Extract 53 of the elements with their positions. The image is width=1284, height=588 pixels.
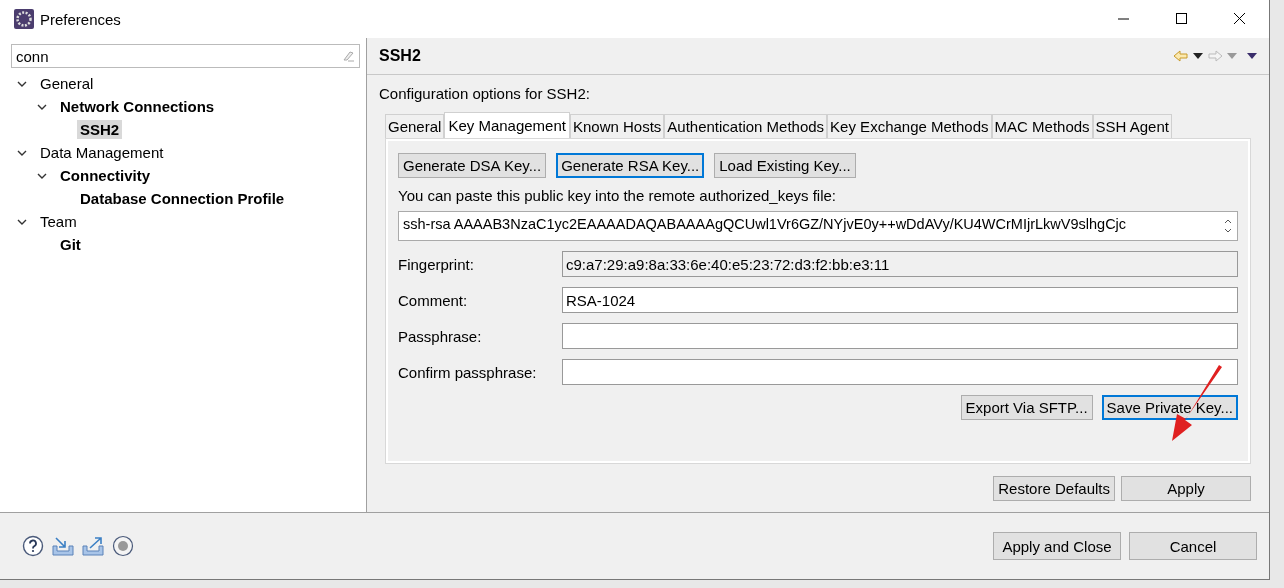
public-key-field[interactable]: ssh-rsa AAAAB3NzaC1yc2EAAAADAQABAAAAgQCUwl1Vr6GZ/NYjvE0y++wDdAVy/KU4WCrMIjrLkwV9slhgCjc	[398, 211, 1238, 241]
public-key-label: You can paste this public key into the remote authorized_keys file:	[398, 187, 838, 204]
tab[interactable]: SSH Agent	[1092, 114, 1172, 138]
text-field[interactable]: c9:a7:29:a9:8a:33:6e:40:e5:23:72:d3:f2:bb:e3:11	[562, 251, 1238, 277]
import-icon[interactable]	[52, 536, 74, 556]
expand-chevron-icon[interactable]	[37, 171, 47, 180]
apply-and-close-button[interactable]: Apply and Close	[993, 532, 1121, 560]
apply-button[interactable]: Apply	[1121, 476, 1251, 501]
key-button[interactable]: Generate DSA Key...	[398, 153, 547, 178]
tree-item[interactable]: Data Management	[37, 143, 167, 162]
close-icon[interactable]	[1234, 13, 1246, 25]
cancel-button[interactable]: Cancel	[1129, 532, 1257, 560]
restore-defaults-button[interactable]: Restore Defaults	[993, 476, 1115, 501]
action-button[interactable]: Export Via SFTP...	[960, 395, 1093, 420]
dropdown-icon[interactable]	[1193, 53, 1203, 59]
help-icon[interactable]	[22, 535, 44, 557]
field-label: Fingerprint:	[398, 255, 475, 273]
tree-item[interactable]: Network Connections	[57, 97, 218, 116]
field-label: Passphrase:	[398, 327, 483, 345]
expand-chevron-icon[interactable]	[17, 148, 27, 157]
tab[interactable]: Known Hosts	[569, 114, 665, 138]
tab[interactable]: Key Management	[444, 112, 570, 138]
minimize-icon[interactable]	[1118, 18, 1130, 20]
tree-item[interactable]: Team	[37, 212, 80, 231]
window-title: Preferences	[40, 10, 121, 28]
action-button[interactable]: Save Private Key...	[1101, 395, 1238, 420]
tree-item[interactable]: SSH2	[77, 120, 123, 139]
expand-chevron-icon[interactable]	[37, 102, 47, 111]
filter-field[interactable]: conn	[11, 44, 360, 68]
expand-chevron-icon[interactable]	[17, 79, 27, 88]
text-field[interactable]: RSA-1024	[562, 287, 1238, 313]
menu-icon[interactable]	[1247, 53, 1257, 59]
tab[interactable]: Authentication Methods	[664, 114, 828, 138]
key-button[interactable]: Generate RSA Key...	[556, 153, 705, 178]
expand-chevron-icon[interactable]	[17, 217, 27, 226]
text-field[interactable]	[562, 359, 1238, 385]
description-text: Configuration options for SSH2:	[379, 85, 591, 102]
tree-item[interactable]: Connectivity	[57, 166, 153, 185]
text-field[interactable]	[562, 323, 1238, 349]
key-button[interactable]: Load Existing Key...	[714, 153, 856, 178]
gear-icon	[14, 9, 34, 29]
tab[interactable]: MAC Methods	[991, 114, 1093, 138]
tab[interactable]: General	[385, 114, 445, 138]
tree-item[interactable]: General	[37, 74, 97, 93]
tab[interactable]: Key Exchange Methods	[827, 114, 992, 138]
tree-item[interactable]: Git	[57, 235, 84, 254]
maximize-icon[interactable]	[1176, 13, 1188, 25]
page-title: SSH2	[379, 47, 421, 65]
field-label: Confirm passphrase:	[398, 363, 538, 381]
tree-item[interactable]: Database Connection Profile	[77, 189, 288, 208]
field-label: Comment:	[398, 291, 469, 309]
export-icon[interactable]	[82, 536, 104, 556]
record-icon[interactable]	[112, 535, 134, 557]
